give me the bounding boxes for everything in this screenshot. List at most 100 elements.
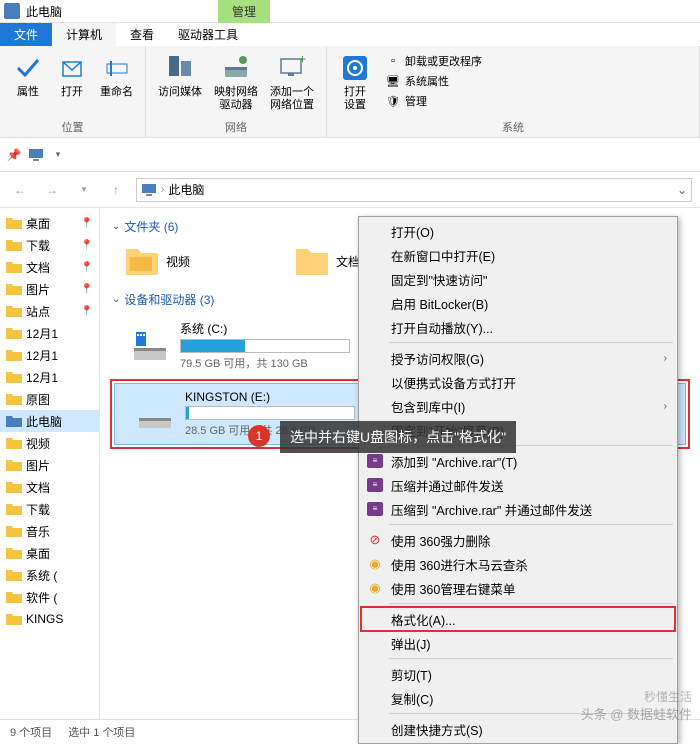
sidebar-item[interactable]: 下载 xyxy=(0,498,99,520)
menu-item[interactable]: ◉使用 360管理右键菜单 xyxy=(361,576,675,600)
settings-button[interactable]: 打开 设置 xyxy=(335,50,375,117)
open-button[interactable]: 打开 xyxy=(52,50,92,117)
drive-usage-bar xyxy=(185,406,355,420)
map-drive-button[interactable]: 映射网络 驱动器 xyxy=(210,50,262,117)
menu-label: 授予访问权限(G) xyxy=(391,349,484,368)
sidebar-item[interactable]: 图片📍 xyxy=(0,278,99,300)
ribbon-tabs: 文件 计算机 查看 驱动器工具 xyxy=(0,23,700,46)
menu-item[interactable]: 打开自动播放(Y)... xyxy=(361,315,675,339)
drive-icon xyxy=(135,394,175,434)
add-network-button[interactable]: + 添加一个 网络位置 xyxy=(266,50,318,117)
sidebar-item[interactable]: 文档 xyxy=(0,476,99,498)
sidebar-item[interactable]: 下载📍 xyxy=(0,234,99,256)
sidebar-item[interactable]: 视频 xyxy=(0,432,99,454)
props-button[interactable]: 属性 xyxy=(8,50,48,117)
pin-icon[interactable]: 📌 xyxy=(4,145,24,165)
folder-icon xyxy=(6,567,22,583)
sidebar-item[interactable]: 12月1 xyxy=(0,322,99,344)
sidebar-item[interactable]: 系统 ( xyxy=(0,564,99,586)
watermark: 秒懂生活 xyxy=(644,688,692,705)
sidebar-item[interactable]: 文档📍 xyxy=(0,256,99,278)
menu-label: 打开自动播放(Y)... xyxy=(391,318,493,337)
sidebar-item[interactable]: 桌面📍 xyxy=(0,212,99,234)
open-icon xyxy=(56,52,88,84)
address-bar[interactable]: › 此电脑 ⌄ xyxy=(136,178,692,202)
sidebar-item[interactable]: 此电脑 xyxy=(0,410,99,432)
sidebar-item[interactable]: 原图 xyxy=(0,388,99,410)
menu-item[interactable]: ⊘使用 360强力删除 xyxy=(361,528,675,552)
group-label-system: 系统 xyxy=(335,117,691,135)
status-selected: 选中 1 个项目 xyxy=(68,724,135,740)
menu-label: 使用 360强力删除 xyxy=(391,531,490,550)
menu-item[interactable]: 授予访问权限(G)› xyxy=(361,346,675,370)
sys-props-button[interactable]: 🖥 系统属性 xyxy=(383,72,484,90)
watermark: 头条 @ 数据蛙软件 xyxy=(581,704,692,723)
chevron-down-icon: ⌄ xyxy=(112,294,120,305)
titlebar: 此电脑 管理 xyxy=(0,0,700,23)
chevron-down-icon[interactable]: ▾ xyxy=(72,178,96,202)
tab-manage-contextual[interactable]: 管理 xyxy=(218,0,270,23)
rename-button[interactable]: 重命名 xyxy=(96,50,137,117)
folder-icon xyxy=(6,479,22,495)
pin-icon: 📍 xyxy=(81,218,93,229)
pc-icon[interactable] xyxy=(26,145,46,165)
sidebar-item[interactable]: 12月1 xyxy=(0,366,99,388)
sidebar-item[interactable]: KINGS xyxy=(0,608,99,630)
sidebar-item-label: 图片 xyxy=(26,281,50,298)
sidebar-item-label: 文档 xyxy=(26,259,50,276)
menu-item[interactable]: 格式化(A)... xyxy=(361,607,675,631)
tab-drive-tools[interactable]: 驱动器工具 xyxy=(168,23,248,46)
sidebar-item-label: 视频 xyxy=(26,435,50,452)
folder-label: 文档 xyxy=(336,253,360,270)
menu-label: 打开(O) xyxy=(391,222,434,241)
pc-icon xyxy=(141,182,157,198)
sidebar-item[interactable]: 桌面 xyxy=(0,542,99,564)
access-media-button[interactable]: 访问媒体 xyxy=(154,50,206,117)
tab-file[interactable]: 文件 xyxy=(0,23,52,46)
360-icon: ◉ xyxy=(367,580,383,596)
sidebar-item-label: 12月1 xyxy=(26,347,58,364)
menu-item[interactable]: ◉使用 360进行木马云查杀 xyxy=(361,552,675,576)
tab-view[interactable]: 查看 xyxy=(116,23,168,46)
menu-separator xyxy=(389,524,673,525)
folder-icon xyxy=(6,391,22,407)
menu-item[interactable]: 剪切(T) xyxy=(361,662,675,686)
forward-button[interactable]: → xyxy=(40,178,64,202)
menu-item[interactable]: 固定到"快速访问" xyxy=(361,267,675,291)
menu-item[interactable]: 打开(O) xyxy=(361,219,675,243)
sidebar-item[interactable]: 图片 xyxy=(0,454,99,476)
svg-text:+: + xyxy=(299,53,306,66)
sidebar: 桌面📍 下载📍 文档📍 图片📍 站点📍 12月1 12月1 12月1 原图 此电… xyxy=(0,208,100,738)
menu-label: 格式化(A)... xyxy=(391,610,456,629)
menu-item[interactable]: 包含到库中(I)› xyxy=(361,394,675,418)
menu-label: 以便携式设备方式打开 xyxy=(391,373,516,392)
sidebar-item[interactable]: 站点📍 xyxy=(0,300,99,322)
sidebar-item[interactable]: 12月1 xyxy=(0,344,99,366)
manage-button[interactable]: 🛡 管理 xyxy=(383,92,484,110)
menu-item[interactable]: 在新窗口中打开(E) xyxy=(361,243,675,267)
menu-item[interactable]: 以便携式设备方式打开 xyxy=(361,370,675,394)
shield-icon: 🛡 xyxy=(385,93,401,109)
folder-item[interactable]: 视频 xyxy=(124,243,274,279)
group-label-location: 位置 xyxy=(8,117,137,135)
tab-computer[interactable]: 计算机 xyxy=(52,23,116,46)
uninstall-button[interactable]: ▫ 卸载或更改程序 xyxy=(383,52,484,70)
menu-item[interactable]: 弹出(J) xyxy=(361,631,675,655)
menu-item[interactable]: 启用 BitLocker(B) xyxy=(361,291,675,315)
menu-item[interactable]: ≡压缩到 "Archive.rar" 并通过邮件发送 xyxy=(361,497,675,521)
chevron-down-icon[interactable]: ⌄ xyxy=(677,183,687,197)
sidebar-item-label: 音乐 xyxy=(26,523,50,540)
ribbon-group-system: 打开 设置 ▫ 卸载或更改程序 🖥 系统属性 🛡 管理 系统 xyxy=(327,46,700,137)
chevron-down-icon[interactable]: ▾ xyxy=(48,145,68,165)
status-items: 9 个项目 xyxy=(10,724,52,740)
rar-icon: ≡ xyxy=(367,502,383,516)
gear-icon xyxy=(339,52,371,84)
sidebar-item[interactable]: 音乐 xyxy=(0,520,99,542)
breadcrumb[interactable]: 此电脑 xyxy=(168,181,204,198)
back-button[interactable]: ← xyxy=(8,178,32,202)
quick-access-toolbar: 📌 ▾ xyxy=(0,138,700,172)
up-button[interactable]: ↑ xyxy=(104,178,128,202)
sidebar-item[interactable]: 软件 ( xyxy=(0,586,99,608)
menu-label: 剪切(T) xyxy=(391,665,432,684)
menu-item[interactable]: ≡压缩并通过邮件发送 xyxy=(361,473,675,497)
